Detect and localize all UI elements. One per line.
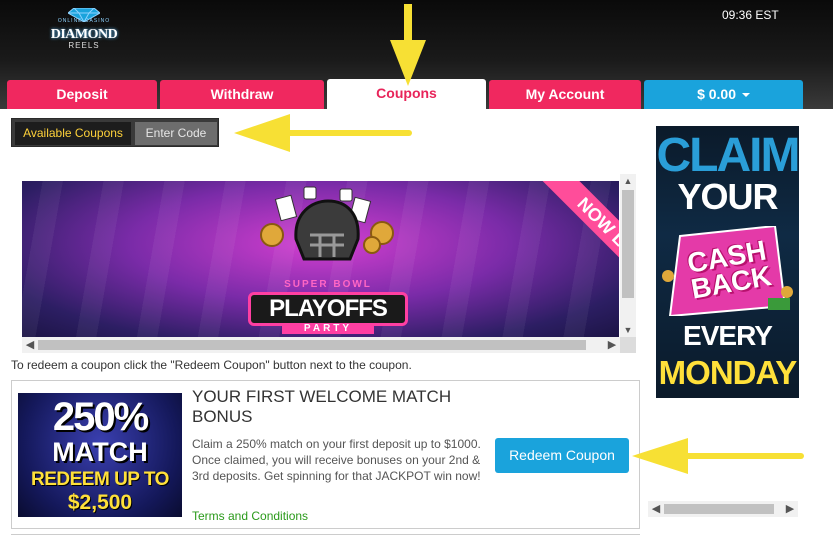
cashback-ad[interactable]: CLAIM YOUR CASH BACK EVERY MONDAY	[656, 126, 799, 398]
coupon-promo-image: 250% MATCH REDEEM UP TO $2,500	[18, 393, 182, 517]
scroll-down-icon[interactable]: ▼	[620, 323, 636, 337]
coupon-description: Claim a 250% match on your first deposit…	[192, 437, 481, 483]
scrollbar-corner	[620, 337, 636, 353]
redeem-coupon-button[interactable]: Redeem Coupon	[495, 438, 629, 473]
ad-your: YOUR	[677, 176, 778, 217]
balance-dropdown[interactable]: $ 0.00	[644, 80, 803, 109]
tab-withdraw[interactable]: Withdraw	[160, 80, 324, 109]
promo-redeem: REDEEM UP TO	[31, 469, 169, 490]
banner-big-title: PLAYOFFS	[248, 292, 408, 326]
caret-down-icon	[741, 93, 750, 98]
scroll-left-icon[interactable]: ◀	[648, 501, 664, 517]
scroll-thumb[interactable]	[38, 340, 586, 350]
subtab-enter-code[interactable]: Enter Code	[135, 122, 217, 145]
casino-cashier-page: ONLINE CASINO DIAMOND REELS 09:36 EST De…	[0, 0, 833, 537]
super-bowl-banner[interactable]: SUPER BOWL PLAYOFFS PARTY NOW LIVE	[22, 181, 619, 337]
tab-coupons[interactable]: Coupons	[327, 79, 486, 110]
scroll-thumb[interactable]	[664, 504, 774, 514]
tab-my-account[interactable]: My Account	[489, 80, 641, 109]
logo-top-line: ONLINE CASINO	[57, 18, 111, 24]
tab-deposit[interactable]: Deposit	[7, 80, 157, 109]
subtab-available-coupons[interactable]: Available Coupons	[15, 122, 131, 145]
banner-party: PARTY	[282, 323, 374, 334]
scroll-right-icon[interactable]: ▶	[604, 337, 620, 353]
banner-horizontal-scrollbar[interactable]: ◀ ▶	[22, 337, 620, 353]
coupon-title: YOUR FIRST WELCOME MATCH BONUS	[192, 387, 452, 426]
scroll-thumb[interactable]	[622, 190, 634, 298]
scroll-left-icon[interactable]: ◀	[22, 337, 38, 353]
banner-vertical-scrollbar[interactable]: ▲ ▼	[620, 174, 636, 337]
promo-amount: $2,500	[67, 491, 133, 514]
ad-claim: CLAIM	[656, 129, 799, 182]
ad-monday: MONDAY	[658, 354, 798, 391]
scroll-right-icon[interactable]: ▶	[782, 501, 798, 517]
banner-small-title: SUPER BOWL	[284, 279, 372, 290]
ad-every: EVERY	[683, 320, 773, 351]
scroll-up-icon[interactable]: ▲	[620, 174, 636, 188]
promo-banner-frame: SUPER BOWL PLAYOFFS PARTY NOW LIVE ▲ ▼ ◀…	[22, 174, 636, 354]
clock-time: 09:36 EST	[722, 8, 779, 22]
promo-match: MATCH	[52, 437, 148, 467]
annotation-arrow-left-icon	[632, 438, 804, 474]
promo-percent: 250%	[52, 395, 149, 439]
ad-horizontal-scrollbar[interactable]: ◀ ▶	[648, 501, 798, 517]
playoffs-badge: SUPER BOWL PLAYOFFS PARTY	[236, 199, 420, 337]
coupon-subtabs: Available Coupons Enter Code	[11, 118, 219, 147]
redeem-instruction: To redeem a coupon click the "Redeem Cou…	[11, 358, 412, 372]
diamond-reels-logo: ONLINE CASINO DIAMOND REELS	[46, 8, 122, 52]
coupon-card: 250% MATCH REDEEM UP TO $2,500 YOUR FIRS…	[11, 380, 640, 529]
logo-sub: REELS	[68, 41, 100, 50]
annotation-arrow-left-icon	[234, 114, 412, 152]
terms-link[interactable]: Terms and Conditions	[192, 509, 308, 523]
balance-amount: $ 0.00	[697, 86, 737, 102]
